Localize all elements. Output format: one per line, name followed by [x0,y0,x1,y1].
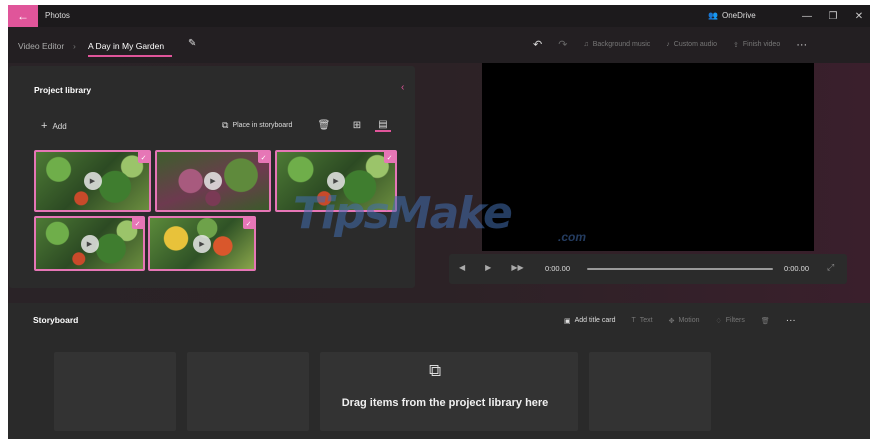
background-music-label: Background music [592,41,651,48]
place-label: Place in storyboard [232,122,293,129]
project-title-underline [88,55,172,57]
filters-button[interactable]: ♢ Filters [716,317,745,325]
add-title-card-button[interactable]: ▣ Add title card [564,317,615,325]
finish-video-label: Finish video [742,41,781,48]
music-note-icon: ♫ [583,41,589,48]
text-icon: T [631,317,636,324]
media-clip-2[interactable]: ▶ ✓ [155,150,271,212]
selected-check-icon[interactable]: ✓ [243,218,254,229]
onedrive-status[interactable]: 👥 OneDrive [708,11,756,20]
storyboard-delete-icon[interactable]: 🗑 [761,317,770,325]
export-icon: ⇪ [732,41,739,49]
project-library-panel: Project library ‹ + Add ⧉ Place in story… [9,66,415,288]
storyboard-title: Storyboard [33,315,79,325]
edit-pencil-icon[interactable]: ✎ [188,38,196,49]
title-bar: ← Photos 👥 OneDrive — ❐ ✕ [8,5,870,27]
text-label: Text [639,317,653,324]
undo-button[interactable]: ↶ [533,38,542,51]
people-icon: 👥 [708,11,718,20]
minimize-button[interactable]: — [796,8,818,24]
list-view-icon[interactable]: ▤ [375,118,391,132]
storyboard-place-icon: ⧉ [222,120,229,130]
storyboard-slot[interactable] [187,352,309,431]
filters-icon: ♢ [715,317,722,325]
title-card-icon: ▣ [564,317,571,325]
project-library-title: Project library [34,85,92,95]
play-icon: ▶ [80,234,99,253]
custom-audio-button[interactable]: ♪ Custom audio [666,41,717,48]
add-title-card-label: Add title card [574,317,616,324]
expand-icon[interactable]: ⤢ [827,262,834,273]
storyboard-slot[interactable] [589,352,711,431]
maximize-button[interactable]: ❐ [822,8,844,24]
selected-check-icon[interactable]: ✓ [138,152,149,163]
watermark: TipsMake [293,188,513,239]
media-clip-1[interactable]: ▶ ✓ [34,150,151,212]
total-time: 0:00.00 [784,264,810,273]
motion-label: Motion [678,317,700,324]
add-label: Add [52,121,67,131]
photos-app-window: ← Photos 👥 OneDrive — ❐ ✕ Video Editor ›… [8,5,870,439]
storyboard-panel: Storyboard ▣ Add title card T Text ✥ Motion… [8,303,870,439]
text-button[interactable]: T Text [631,317,652,324]
storyboard-tools: ▣ Add title card T Text ✥ Motion ♢ Filters 🗑… [564,315,796,326]
grid-view-icon[interactable]: ⊞ [349,118,365,132]
background-music-button[interactable]: ♫ Background music [583,41,650,48]
playback-controls: ◀ ▶ ▶▶ 0:00.00 0:00.00 ⤢ [449,254,847,284]
back-button[interactable]: ← [8,5,38,27]
add-media-button[interactable]: + Add [41,120,67,132]
audio-icon: ♪ [666,41,670,48]
custom-audio-label: Custom audio [673,41,717,48]
more-options-button[interactable]: ··· [796,39,807,51]
forward-button[interactable]: ▶▶ [511,263,523,272]
redo-button[interactable]: ↷ [558,38,567,51]
media-clip-4[interactable]: ▶ ✓ [34,216,145,271]
rewind-button[interactable]: ◀ [459,263,465,272]
storyboard-more-button[interactable]: ··· [786,315,796,326]
media-clip-5[interactable]: ▶ ✓ [148,216,256,271]
delete-clip-trash-icon[interactable]: 🗑 [316,118,332,132]
watermark-tld: .com [558,230,587,244]
play-icon: ▶ [204,172,222,190]
plus-icon: + [41,120,48,132]
video-preview [482,63,814,251]
place-in-storyboard-button[interactable]: ⧉ Place in storyboard [222,120,292,131]
selected-check-icon[interactable]: ✓ [258,152,269,163]
motion-button[interactable]: ✥ Motion [669,317,700,325]
play-icon: ▶ [83,172,102,190]
breadcrumb-video-editor[interactable]: Video Editor [18,41,64,51]
project-title[interactable]: A Day in My Garden [88,41,164,51]
current-time: 0:00.00 [545,264,571,273]
media-drop-icon: ⧉ [429,361,442,380]
selected-check-icon[interactable]: ✓ [132,218,143,229]
filters-label: Filters [725,317,745,324]
breadcrumb-separator: › [73,41,76,51]
storyboard-slot[interactable] [54,352,176,431]
toolbar-actions: ↶ ↷ ♫ Background music ♪ Custom audio ⇪ Fin… [533,38,807,52]
transport-buttons: ◀ ▶ ▶▶ [459,263,524,272]
app-name: Photos [45,11,70,20]
arrow-left-icon: ← [17,9,29,23]
play-button[interactable]: ▶ [485,263,491,272]
collapse-library-chevron-icon[interactable]: ‹ [401,82,404,93]
play-icon: ▶ [193,234,211,253]
finish-video-button[interactable]: ⇪ Finish video [733,41,780,49]
editor-toolbar: Video Editor › A Day in My Garden ✎ ↶ ↷ … [8,27,870,63]
motion-icon: ✥ [668,317,675,325]
drop-hint-text: Drag items from the project library here [341,397,549,409]
seek-slider[interactable] [587,268,773,270]
close-button[interactable]: ✕ [848,8,870,24]
onedrive-label: OneDrive [721,11,756,20]
storyboard-drop-zone[interactable] [320,352,578,431]
selected-check-icon[interactable]: ✓ [384,152,395,163]
